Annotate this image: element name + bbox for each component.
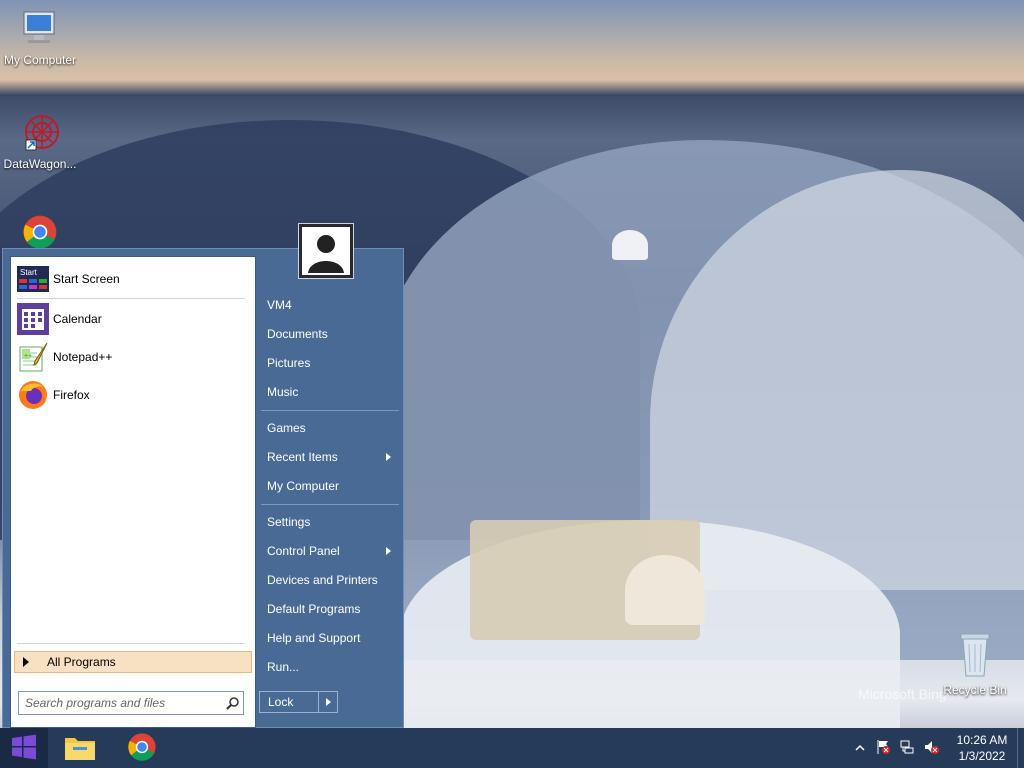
user-avatar[interactable] <box>298 223 354 279</box>
clock-time: 10:26 AM <box>956 733 1008 747</box>
program-start-screen[interactable]: Start Start Screen <box>17 263 120 295</box>
volume-muted-icon[interactable] <box>923 739 939 758</box>
places-item-label: Documents <box>267 327 328 341</box>
places-item-label: Default Programs <box>267 602 361 616</box>
taskbar-file-explorer[interactable] <box>56 728 104 768</box>
start-screen-badge: Start <box>20 268 38 277</box>
program-label: Calendar <box>53 312 102 326</box>
datawagon-icon <box>0 112 80 155</box>
clock[interactable]: 10:26 AM 1/3/2022 <box>947 732 1017 764</box>
places-item-vm4[interactable]: VM4 <box>267 295 395 315</box>
submenu-arrow-icon <box>386 547 391 555</box>
lock-label: Lock <box>268 695 294 709</box>
program-calendar[interactable]: Calendar <box>17 303 102 335</box>
divider <box>17 643 245 644</box>
places-item-label: Devices and Printers <box>267 573 378 587</box>
places-item-label: VM4 <box>267 298 292 312</box>
desktop-icon-my-computer[interactable]: My Computer <box>0 8 80 67</box>
chrome-icon <box>127 732 157 765</box>
firefox-icon <box>17 379 49 411</box>
network-icon[interactable] <box>899 739 915 758</box>
calendar-icon <box>17 303 49 335</box>
program-label: Start Screen <box>53 272 120 286</box>
places-item-label: Pictures <box>267 356 311 370</box>
places-item-games[interactable]: Games <box>267 418 395 438</box>
places-item-label: Games <box>267 421 306 435</box>
taskbar-chrome[interactable] <box>118 728 166 768</box>
places-item-documents[interactable]: Documents <box>267 324 395 344</box>
lock-button[interactable]: Lock <box>259 691 319 713</box>
places-item-help-and-support[interactable]: Help and Support <box>267 628 395 648</box>
start-menu-places-pane: VM4 Documents Pictures Music Games Recen… <box>257 249 403 729</box>
places-item-label: Control Panel <box>267 544 340 558</box>
file-explorer-icon <box>63 732 97 765</box>
search-placeholder: Search programs and files <box>25 696 166 710</box>
computer-icon <box>0 8 80 51</box>
program-label: Notepad++ <box>53 350 113 364</box>
divider <box>261 504 399 505</box>
start-menu: Start Start Screen Calendar ++ Notepad++… <box>2 248 404 728</box>
places-item-devices-and-printers[interactable]: Devices and Printers <box>267 570 395 590</box>
svg-text:++: ++ <box>24 353 32 360</box>
windows-logo-icon <box>11 734 37 763</box>
triangle-right-icon <box>23 657 29 667</box>
divider <box>17 298 245 299</box>
program-firefox[interactable]: Firefox <box>17 379 90 411</box>
places-item-default-programs[interactable]: Default Programs <box>267 599 395 619</box>
places-item-label: Music <box>267 385 299 399</box>
places-item-label: Recent Items <box>267 450 338 464</box>
desktop-icon-datawagon[interactable]: DataWagon... <box>0 112 80 171</box>
power-options-arrow-button[interactable] <box>318 691 338 713</box>
all-programs-label: All Programs <box>47 655 116 669</box>
clock-date: 1/3/2022 <box>958 749 1006 763</box>
places-item-music[interactable]: Music <box>267 382 395 402</box>
recycle-bin-icon <box>935 632 1015 681</box>
search-icon[interactable] <box>223 693 243 713</box>
system-tray: 10:26 AM 1/3/2022 <box>855 728 1024 768</box>
submenu-arrow-icon <box>386 453 391 461</box>
program-notepadpp[interactable]: ++ Notepad++ <box>17 341 112 373</box>
bing-watermark: Microsoft Bing <box>858 686 947 702</box>
start-menu-programs-pane: Start Start Screen Calendar ++ Notepad++… <box>10 256 256 728</box>
desktop-icon-recycle-bin[interactable]: Recycle Bin <box>935 632 1015 697</box>
user-icon <box>302 227 350 275</box>
start-screen-icon: Start <box>17 263 49 295</box>
start-button[interactable] <box>0 728 48 768</box>
places-item-control-panel[interactable]: Control Panel <box>267 541 395 561</box>
action-center-flag-icon[interactable] <box>875 739 891 758</box>
places-item-recent-items[interactable]: Recent Items <box>267 447 395 467</box>
places-item-label: Settings <box>267 515 311 529</box>
desktop-icon-label: Recycle Bin <box>943 683 1007 697</box>
places-item-label: Run... <box>267 660 300 674</box>
places-item-pictures[interactable]: Pictures <box>267 353 395 373</box>
places-item-run[interactable]: Run... <box>267 657 395 677</box>
show-hidden-icons-chevron[interactable] <box>855 741 865 755</box>
places-item-settings[interactable]: Settings <box>267 512 395 532</box>
divider <box>261 410 399 411</box>
notepadpp-icon: ++ <box>17 341 49 373</box>
places-item-my-computer[interactable]: My Computer <box>267 476 395 496</box>
places-item-label: Help and Support <box>267 631 361 645</box>
places-item-label: My Computer <box>267 479 340 493</box>
all-programs-button[interactable]: All Programs <box>14 651 252 673</box>
search-input[interactable]: Search programs and files <box>18 691 244 715</box>
desktop-icon-label: DataWagon... <box>3 157 77 171</box>
chevron-right-icon <box>325 698 331 706</box>
show-desktop-button[interactable] <box>1017 728 1024 768</box>
taskbar: 10:26 AM 1/3/2022 <box>0 728 1024 768</box>
desktop-icon-label: My Computer <box>3 53 77 67</box>
program-label: Firefox <box>53 388 90 402</box>
